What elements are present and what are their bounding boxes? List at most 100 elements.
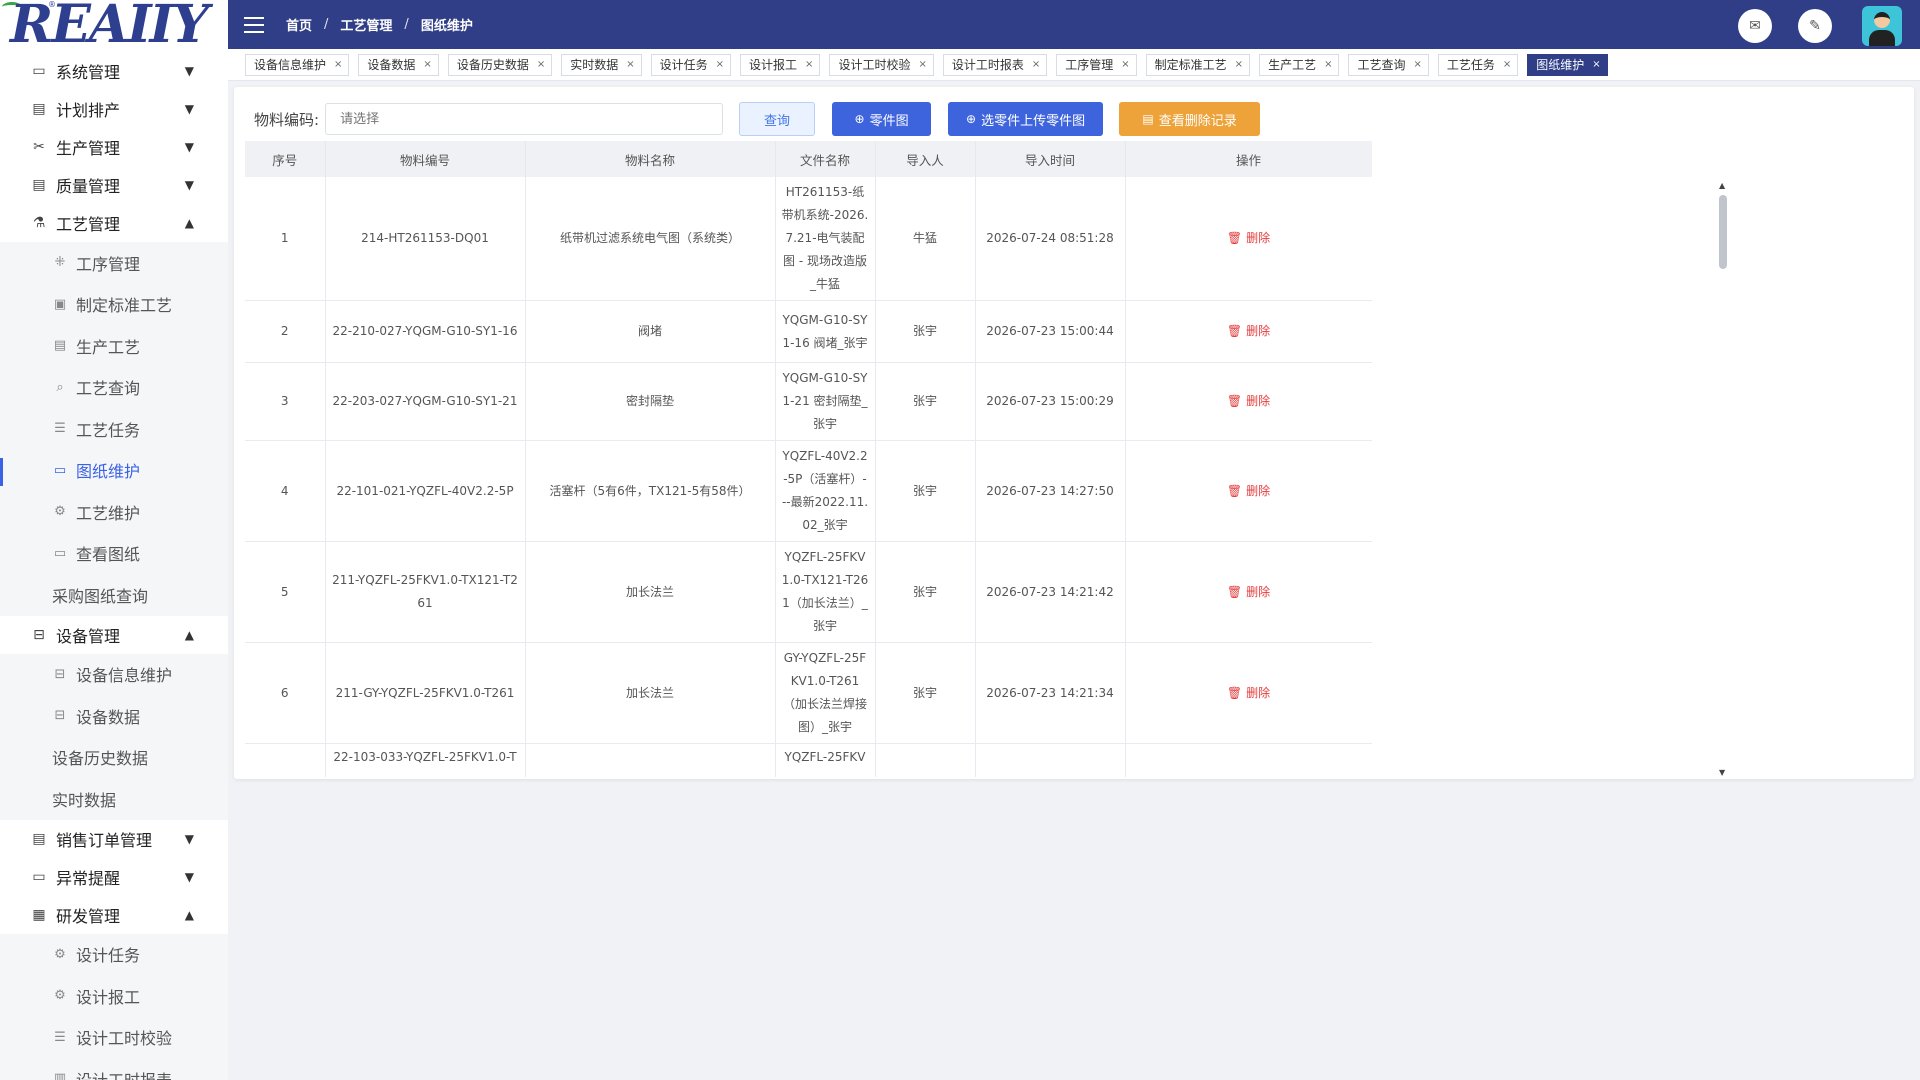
close-icon[interactable]: ×	[1032, 59, 1040, 70]
sidebar-group-label: 生产管理	[56, 139, 121, 158]
close-icon[interactable]: ×	[1503, 59, 1511, 70]
tab-tag[interactable]: 设计工时校验 ×	[829, 53, 934, 76]
chevron-down-icon: ▼	[184, 869, 194, 884]
close-icon[interactable]: ×	[1413, 59, 1421, 70]
cell-user: 张宇	[875, 300, 976, 363]
close-icon[interactable]: ×	[334, 59, 342, 70]
close-icon[interactable]: ×	[716, 59, 724, 70]
scroll-down-arrow-icon[interactable]: ▼	[1719, 768, 1725, 777]
table-row: 3 22-203-027-YQGM-G10-SY1-21 密封隔垫 YQGM-G10-…	[245, 362, 1372, 441]
sidebar-group-8[interactable]: ▦ 研发管理 ▲	[0, 896, 228, 934]
sidebar-item[interactable]: ▥ 设计工时报表	[0, 1058, 228, 1080]
sidebar-group-3[interactable]: ▤ 质量管理 ▼	[0, 166, 228, 204]
sidebar-item[interactable]: ▭ 查看图纸	[0, 533, 228, 575]
sidebar-group-1[interactable]: ▤ 计划排产 ▼	[0, 90, 228, 128]
close-icon[interactable]: ×	[918, 59, 926, 70]
sidebar-item[interactable]: ⊟ 设备信息维护	[0, 654, 228, 696]
sidebar-item[interactable]: ⚙ 设计报工	[0, 975, 228, 1017]
tab-tag[interactable]: 设备数据 ×	[358, 53, 439, 76]
sidebar-group-4[interactable]: ⚗ 工艺管理 ▲	[0, 204, 228, 242]
sidebar-item[interactable]: ▭ 图纸维护	[0, 450, 228, 492]
sidebar-group-label: 工艺管理	[56, 215, 121, 234]
delete-button[interactable]: 🗑 删除	[1227, 686, 1270, 700]
sidebar-item[interactable]: ⌕ 工艺查询	[0, 367, 228, 409]
tab-tag[interactable]: 工艺任务 ×	[1437, 53, 1519, 76]
close-icon[interactable]: ×	[1592, 59, 1600, 70]
main-card: 物料编码: 查询 ⊕ 零件图 ⊕ 选零件上传零件图 ▤ 查看删除记录 序号物料编…	[234, 87, 1914, 779]
cell-name: 加长法兰	[525, 541, 776, 643]
sidebar-item[interactable]: 采购图纸查询	[0, 574, 228, 616]
tab-tag[interactable]: 生产工艺 ×	[1259, 53, 1340, 76]
avatar[interactable]	[1862, 6, 1902, 46]
sidebar-item[interactable]: ☰ 工艺任务	[0, 408, 228, 450]
cell-user: 张宇	[875, 362, 976, 441]
close-icon[interactable]: ×	[537, 59, 545, 70]
tab-tag[interactable]: 设计报工 ×	[740, 53, 821, 76]
sidebar-item[interactable]: ⚙ 工艺维护	[0, 491, 228, 533]
tab-tag[interactable]: 设计工时报表 ×	[942, 53, 1048, 76]
tab-tag[interactable]: 设备信息维护 ×	[245, 53, 350, 76]
scroll-up-arrow-icon[interactable]: ▲	[1719, 181, 1725, 190]
sidebar-item[interactable]: 设备历史数据	[0, 737, 228, 779]
delete-button[interactable]: 🗑 删除	[1227, 394, 1270, 408]
chevron-down-icon: ▼	[184, 831, 194, 846]
query-button[interactable]: 查询	[739, 102, 816, 136]
tab-tag-label: 制定标准工艺	[1154, 58, 1227, 72]
tab-tag[interactable]: 设备历史数据 ×	[447, 53, 553, 76]
tab-tag[interactable]: 工序管理 ×	[1056, 53, 1137, 76]
sidebar-item[interactable]: ▣ 制定标准工艺	[0, 284, 228, 326]
sidebar-item[interactable]: ⊟ 设备数据	[0, 695, 228, 737]
sidebar-group-7[interactable]: ▭ 异常提醒 ▼	[0, 858, 228, 896]
tab-tag[interactable]: 制定标准工艺 ×	[1145, 53, 1251, 76]
tab-tag-label: 工艺查询	[1357, 58, 1406, 72]
tab-tag[interactable]: 设计任务 ×	[650, 53, 732, 76]
sidebar-group-label: 计划排产	[56, 101, 121, 120]
sidebar-item[interactable]: ⁜ 工序管理	[0, 242, 228, 284]
tab-tag[interactable]: 图纸维护 ×	[1527, 53, 1608, 76]
sidebar-group-2[interactable]: ✂ 生产管理 ▼	[0, 128, 228, 166]
sidebar-item[interactable]: ☰ 设计工时校验	[0, 1017, 228, 1059]
delete-button[interactable]: 🗑 删除	[1227, 585, 1270, 599]
delete-button[interactable]: 🗑 删除	[1227, 324, 1270, 338]
close-icon[interactable]: ×	[1235, 59, 1243, 70]
cell-user: 张宇	[875, 642, 976, 744]
trash-icon: 🗑	[1226, 231, 1243, 245]
sidebar-group-5[interactable]: ⊟ 设备管理 ▲	[0, 616, 228, 654]
sidebar-group-6[interactable]: ▤ 销售订单管理 ▼	[0, 820, 228, 858]
document-icon: ▤	[32, 830, 46, 847]
column-header: 导入时间	[975, 141, 1126, 177]
tab-tag[interactable]: 工艺查询 ×	[1348, 53, 1429, 76]
close-icon[interactable]: ×	[1121, 59, 1129, 70]
filter-bar: 物料编码: 查询 ⊕ 零件图 ⊕ 选零件上传零件图 ▤ 查看删除记录	[234, 102, 1261, 136]
upload-part-drawing-label: 选零件上传零件图	[981, 113, 1086, 129]
close-icon[interactable]: ×	[423, 59, 431, 70]
delete-label: 删除	[1246, 324, 1271, 338]
sidebar-item[interactable]: 实时数据	[0, 778, 228, 820]
close-icon[interactable]: ×	[626, 59, 634, 70]
gear-icon: ⚙	[54, 946, 66, 962]
vertical-scrollbar[interactable]: ▲ ▼	[1718, 181, 1728, 777]
tab-tag[interactable]: 实时数据 ×	[561, 53, 642, 76]
sidebar-item[interactable]: ▤ 生产工艺	[0, 325, 228, 367]
close-icon[interactable]: ×	[1324, 59, 1332, 70]
sidebar-group-0[interactable]: ▭ 系统管理 ▼	[0, 52, 228, 90]
cell-name: 加长法兰	[525, 642, 776, 744]
column-header: 操作	[1125, 141, 1372, 177]
part-drawing-button[interactable]: ⊕ 零件图	[832, 102, 932, 136]
view-delete-log-button[interactable]: ▤ 查看删除记录	[1119, 102, 1261, 136]
sidebar-item[interactable]: ⚙ 设计任务	[0, 934, 228, 976]
cell-code: 211-GY-YQZFL-25FKV1.0-T261	[325, 642, 526, 744]
edit-icon[interactable]: ✎	[1798, 9, 1832, 43]
upload-part-drawing-button[interactable]: ⊕ 选零件上传零件图	[948, 102, 1104, 136]
delete-button[interactable]: 🗑 删除	[1227, 484, 1270, 498]
mail-icon[interactable]: ✉	[1738, 9, 1772, 43]
breadcrumb-home[interactable]: 首页	[286, 15, 312, 34]
close-icon[interactable]: ×	[805, 59, 813, 70]
trash-icon: 🗑	[1226, 483, 1243, 498]
scrollbar-thumb[interactable]	[1719, 195, 1727, 269]
material-code-select[interactable]	[325, 103, 724, 135]
chevron-up-icon: ▲	[184, 216, 194, 230]
hamburger-menu-icon[interactable]	[244, 16, 264, 33]
breadcrumb-process[interactable]: 工艺管理	[340, 15, 392, 34]
delete-button[interactable]: 🗑 删除	[1227, 231, 1270, 245]
